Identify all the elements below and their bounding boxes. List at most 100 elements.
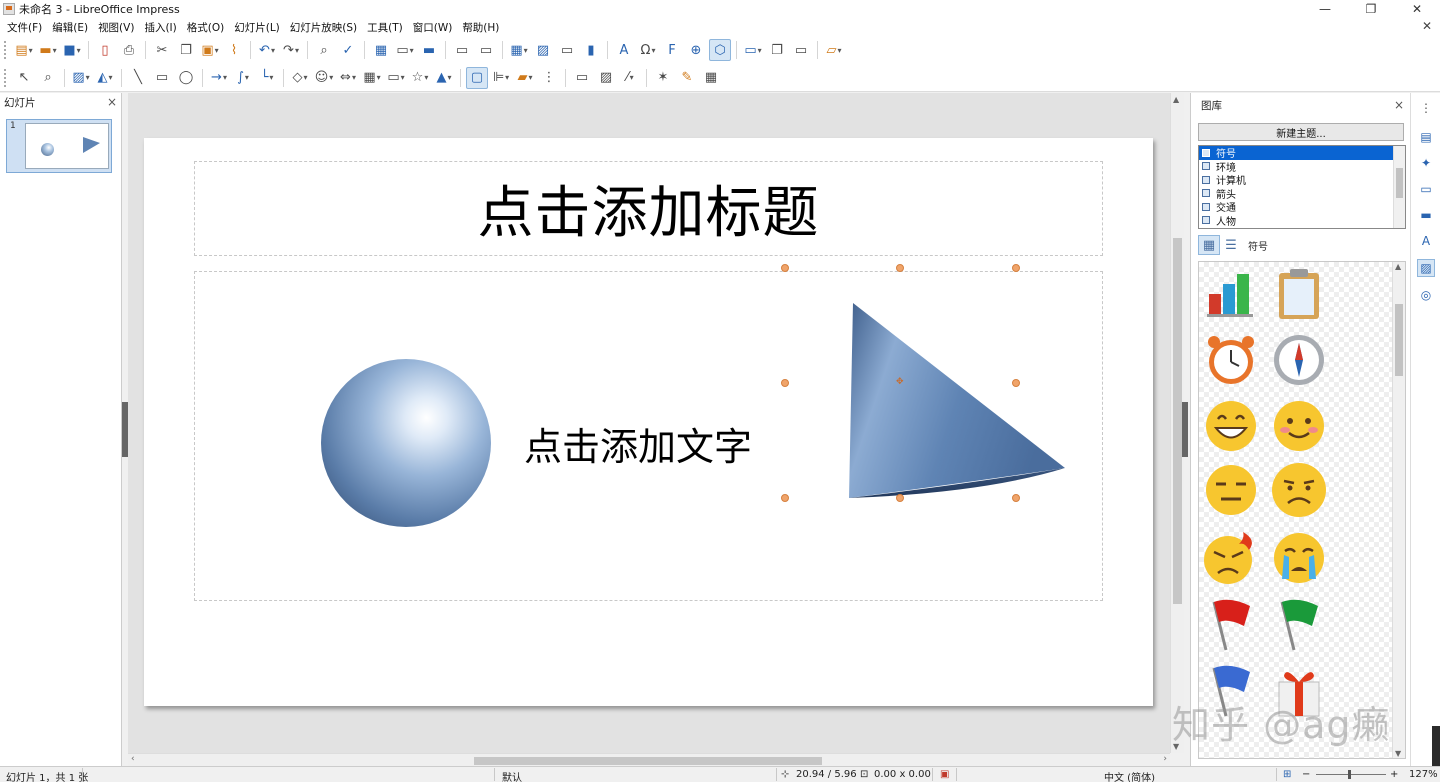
new-slide-icon[interactable]: ▭ <box>451 39 473 61</box>
red-flag-icon[interactable] <box>1201 594 1261 654</box>
rectangle-icon[interactable]: ▭ <box>151 67 173 89</box>
selection-handle[interactable] <box>1012 494 1020 502</box>
menu-window[interactable]: 窗口(W) <box>408 20 458 35</box>
theme-item-people[interactable]: 人物 <box>1199 214 1393 228</box>
theme-item-environment[interactable]: 环境 <box>1199 160 1393 174</box>
spellcheck-icon[interactable]: ✓ <box>337 39 359 61</box>
callout-shapes-icon[interactable]: ▭ <box>385 67 407 89</box>
theme-list[interactable]: 符号 环境 计算机 箭头 交通 人物 <box>1198 145 1406 229</box>
zoom-in-icon[interactable]: + <box>1390 769 1398 780</box>
animation-icon[interactable]: ▭ <box>1417 180 1435 198</box>
curve-icon[interactable]: ∫ <box>232 67 254 89</box>
zoom-slider[interactable] <box>1316 774 1386 775</box>
cut-icon[interactable]: ✂ <box>151 39 173 61</box>
slide-transition-icon[interactable]: ✦ <box>1417 154 1435 172</box>
styles-icon[interactable]: A <box>1417 232 1435 250</box>
selection-handle[interactable] <box>781 494 789 502</box>
lines-arrows-icon[interactable]: → <box>208 67 230 89</box>
slide-layout-icon[interactable]: ▱ <box>823 39 845 61</box>
fit-slide-icon[interactable]: ⊞ <box>1283 769 1291 780</box>
redo-icon[interactable]: ↷ <box>280 39 302 61</box>
selection-handle[interactable] <box>781 379 789 387</box>
zoom-out-icon[interactable]: − <box>1302 769 1310 780</box>
grid-icon[interactable]: ▦ <box>370 39 392 61</box>
line-color-icon[interactable]: ▨ <box>70 67 92 89</box>
smiling-face-icon[interactable] <box>1269 396 1329 456</box>
green-flag-icon[interactable] <box>1269 594 1329 654</box>
scroll-left-icon[interactable]: ‹ <box>131 754 135 764</box>
selection-handle[interactable] <box>896 494 904 502</box>
filter-icon[interactable]: ⁄ <box>619 67 641 89</box>
menu-format[interactable]: 格式(O) <box>182 20 229 35</box>
fontwork-icon[interactable]: F <box>661 39 683 61</box>
close-icon[interactable]: × <box>107 95 117 109</box>
theme-item-transport[interactable]: 交通 <box>1199 200 1393 214</box>
horizontal-scroll-thumb[interactable] <box>474 757 822 765</box>
glue-points-icon[interactable]: ✎ <box>676 67 698 89</box>
menu-insert[interactable]: 插入(I) <box>139 20 181 35</box>
toggle-extrusion-icon[interactable]: ✶ <box>652 67 674 89</box>
menu-edit[interactable]: 编辑(E) <box>47 20 93 35</box>
flowchart-icon[interactable]: ▦ <box>361 67 383 89</box>
menu-view[interactable]: 视图(V) <box>93 20 139 35</box>
print-icon[interactable]: ⎙ <box>118 39 140 61</box>
clipboard-icon[interactable] <box>1269 264 1329 324</box>
properties-icon[interactable]: ▤ <box>1417 128 1435 146</box>
basic-shapes-icon[interactable]: ◇ <box>289 67 311 89</box>
toolbar-grip[interactable] <box>4 68 8 87</box>
close-icon[interactable]: × <box>1394 98 1404 112</box>
gallery-icon[interactable]: ▨ <box>1417 259 1435 277</box>
document-modified-icon[interactable]: ▣ <box>940 769 949 780</box>
undo-icon[interactable]: ↶ <box>256 39 278 61</box>
delete-slide-icon[interactable]: ▭ <box>790 39 812 61</box>
title-placeholder[interactable]: 点击添加标题 <box>194 161 1103 256</box>
new-theme-button[interactable]: 新建主题... <box>1198 123 1404 141</box>
display-views-icon[interactable]: ▭ <box>394 39 416 61</box>
sidebar-collapse-handle[interactable] <box>1182 402 1188 457</box>
clone-formatting-icon[interactable]: ⌇ <box>223 39 245 61</box>
theme-item-arrows[interactable]: 箭头 <box>1199 187 1393 201</box>
close-document-icon[interactable]: ✕ <box>1422 19 1432 33</box>
arrange-icon[interactable]: ❐ <box>766 39 788 61</box>
textbox-icon[interactable]: A <box>613 39 635 61</box>
block-arrows-icon[interactable]: ⇔ <box>337 67 359 89</box>
menu-help[interactable]: 帮助(H) <box>457 20 504 35</box>
align-objects-icon[interactable]: ⊫ <box>490 67 512 89</box>
open-folder-icon[interactable]: ▬ <box>37 39 59 61</box>
theme-list-scrollbar[interactable] <box>1393 146 1405 228</box>
3d-objects-icon[interactable]: ▲ <box>433 67 455 89</box>
connector-icon[interactable]: └ <box>256 67 278 89</box>
stars-icon[interactable]: ☆ <box>409 67 431 89</box>
angry-face-icon[interactable] <box>1201 528 1261 588</box>
detailed-view-icon[interactable]: ☰ <box>1220 235 1242 255</box>
gallery-items-scroll-thumb[interactable] <box>1395 304 1403 376</box>
3d-effects-icon[interactable]: ▦ <box>700 67 722 89</box>
media-icon[interactable]: ▭ <box>556 39 578 61</box>
arrange-objects-icon[interactable]: ▰ <box>514 67 536 89</box>
zoom-slider-knob[interactable] <box>1348 770 1351 779</box>
crop-icon[interactable]: ▨ <box>595 67 617 89</box>
scroll-up-icon[interactable]: ▲ <box>1395 262 1401 271</box>
chart-icon[interactable]: ▮ <box>580 39 602 61</box>
zoom-level[interactable]: 127% <box>1409 769 1438 780</box>
zoom-icon[interactable]: ⌕ <box>37 67 59 89</box>
image-icon[interactable]: ▨ <box>532 39 554 61</box>
language-indicator[interactable]: 中文 (简体) <box>1104 769 1155 782</box>
menu-slideshow[interactable]: 幻灯片放映(S) <box>285 20 362 35</box>
selection-handle[interactable] <box>781 264 789 272</box>
distribute-icon[interactable]: ⋮ <box>538 67 560 89</box>
points-icon[interactable]: ▢ <box>466 66 488 89</box>
menu-file[interactable]: 文件(F) <box>2 20 47 35</box>
insert-frame-icon[interactable]: ▭ <box>742 39 764 61</box>
selection-handle[interactable] <box>1012 264 1020 272</box>
master-slides-icon[interactable]: ▬ <box>1417 206 1435 224</box>
sidebar-menu-icon[interactable]: ⋮ <box>1417 99 1435 117</box>
horizontal-scrollbar[interactable]: ‹ › <box>128 753 1170 767</box>
unamused-face-icon[interactable] <box>1201 460 1261 520</box>
frowning-face-icon[interactable] <box>1269 460 1329 520</box>
selection-handle[interactable] <box>896 264 904 272</box>
theme-item-computers[interactable]: 计算机 <box>1199 173 1393 187</box>
bar-chart-icon[interactable] <box>1201 264 1261 324</box>
3d-sphere[interactable] <box>321 359 491 527</box>
symbol-shapes-icon[interactable]: ☺ <box>313 67 335 89</box>
